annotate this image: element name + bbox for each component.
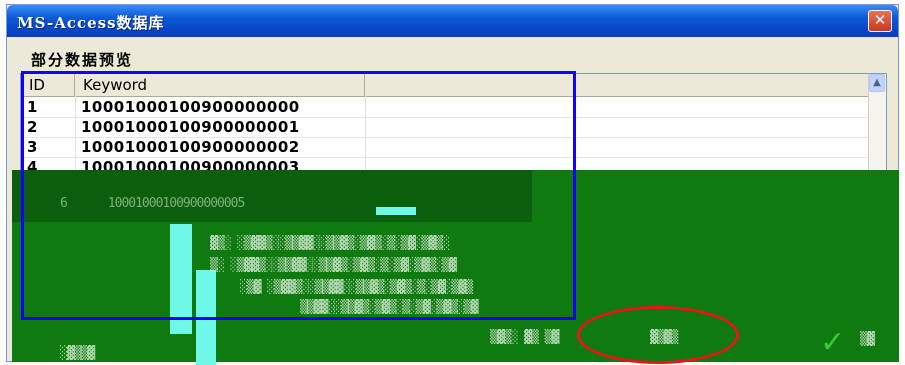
scroll-up-icon[interactable]: ▲ [869, 74, 885, 92]
preview-section-label: 部分数据预览 [31, 51, 134, 69]
glitch-artifact: ▒▓ [860, 332, 875, 347]
title-bar[interactable]: MS-Access数据库 ✕ [7, 5, 898, 37]
window-title: MS-Access数据库 [17, 14, 165, 32]
glitch-artifact: ▒▓▒░ ▓▒ ▒▓ [490, 330, 559, 345]
close-icon: ✕ [873, 11, 887, 29]
close-button[interactable]: ✕ [868, 10, 892, 32]
red-highlight-ellipse [577, 306, 739, 364]
glitch-artifact: ░▓▒▒▓ [60, 346, 95, 361]
blue-highlight-box [21, 71, 576, 320]
check-icon: ✓ [820, 325, 846, 360]
